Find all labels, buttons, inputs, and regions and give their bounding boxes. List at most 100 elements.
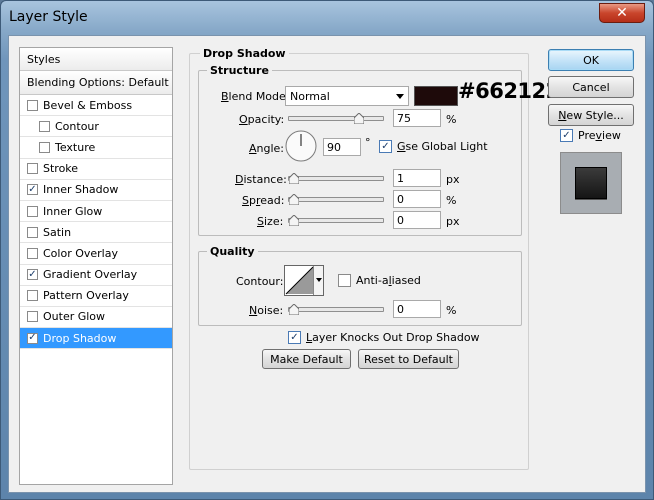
chevron-down-icon	[396, 94, 404, 99]
degree-symbol: °	[365, 136, 371, 149]
window-title: Layer Style	[9, 9, 88, 25]
dialog-body: Styles Blending Options: Default Bevel &…	[8, 35, 646, 493]
style-item-label: Gradient Overlay	[43, 268, 138, 282]
style-item-label: Inner Shadow	[43, 183, 119, 197]
style-item[interactable]: Texture	[20, 137, 172, 159]
style-item-label: Inner Glow	[43, 204, 103, 218]
contour-picker[interactable]	[284, 265, 324, 296]
checkbox-icon[interactable]	[27, 311, 38, 323]
style-item[interactable]: Satin	[20, 222, 172, 244]
distance-slider[interactable]	[288, 173, 384, 184]
structure-title: Structure	[207, 64, 272, 77]
style-item[interactable]: Bevel & Emboss	[20, 95, 172, 117]
blend-mode-select[interactable]: Normal	[285, 86, 409, 106]
styles-list: Styles Blending Options: Default Bevel &…	[19, 47, 173, 485]
spread-label: Spread:	[242, 194, 285, 207]
style-item-label: Stroke	[43, 162, 79, 176]
style-preview-thumbnail	[560, 152, 622, 214]
drop-shadow-title: Drop Shadow	[200, 47, 289, 60]
checkbox-icon[interactable]	[39, 141, 50, 153]
reset-to-default-button[interactable]: Reset to Default	[358, 349, 459, 369]
new-style-button[interactable]: New Style...	[548, 104, 634, 126]
style-item[interactable]: Inner Glow	[20, 201, 172, 223]
style-item[interactable]: Stroke	[20, 159, 172, 180]
checkbox-icon[interactable]: ✓	[27, 184, 38, 196]
layer-knocks-out-checkbox[interactable]: ✓ Layer Knocks Out Drop Shadow	[288, 331, 480, 344]
size-field[interactable]: 0	[393, 211, 441, 229]
style-item-label: Drop Shadow	[43, 331, 117, 345]
checkbox-icon[interactable]	[27, 99, 38, 111]
quality-group: Quality	[198, 245, 522, 326]
opacity-label: Opacity:	[239, 113, 285, 126]
checkbox-icon[interactable]	[27, 247, 38, 259]
spread-unit: %	[446, 194, 457, 207]
opacity-unit: %	[446, 113, 457, 126]
make-default-button[interactable]: Make Default	[262, 349, 351, 369]
spread-slider[interactable]	[288, 194, 384, 205]
blend-mode-label: Blend Mode:	[221, 90, 290, 103]
contour-label: Contour:	[236, 275, 284, 288]
checkbox-icon: ✓	[379, 140, 392, 153]
style-item[interactable]: Color Overlay	[20, 243, 172, 265]
spread-field[interactable]: 0	[393, 190, 441, 208]
size-label: Size:	[257, 215, 284, 228]
opacity-field[interactable]: 75	[393, 109, 441, 127]
blend-mode-value: Normal	[290, 90, 330, 103]
style-item[interactable]: ✓ Inner Shadow	[20, 180, 172, 201]
anti-aliased-checkbox[interactable]: Anti-aliased	[338, 274, 421, 287]
style-item-label: Texture	[55, 140, 96, 154]
preview-swatch	[575, 167, 607, 199]
ok-button[interactable]: OK	[548, 49, 634, 71]
styles-header[interactable]: Styles	[20, 48, 172, 71]
style-item-label: Color Overlay	[43, 246, 118, 260]
layer-style-window: Layer Style ✕ Styles Blending Options: D…	[0, 0, 654, 500]
size-slider[interactable]	[288, 215, 384, 226]
cancel-button[interactable]: Cancel	[548, 76, 634, 98]
distance-field[interactable]: 1	[393, 169, 441, 187]
opacity-slider[interactable]	[288, 113, 384, 124]
style-item-label: Bevel & Emboss	[43, 98, 133, 112]
checkbox-icon[interactable]	[27, 226, 38, 238]
style-item[interactable]: ✓ Gradient Overlay	[20, 265, 172, 286]
distance-label: Distance:	[235, 173, 287, 186]
noise-unit: %	[446, 304, 457, 317]
style-item[interactable]: Pattern Overlay	[20, 286, 172, 307]
angle-dial[interactable]	[285, 130, 317, 162]
use-global-light-checkbox[interactable]: ✓ Gse Global Light	[379, 140, 488, 153]
contour-linear-icon	[285, 266, 314, 295]
preview-checkbox[interactable]: ✓ Preview	[560, 129, 621, 142]
checkbox-icon	[338, 274, 351, 287]
noise-slider-handle[interactable]	[289, 304, 299, 315]
angle-field[interactable]: 90	[323, 138, 361, 156]
style-item[interactable]: ✓ Drop Shadow	[20, 328, 172, 350]
style-item[interactable]: Outer Glow	[20, 307, 172, 329]
checkbox-icon[interactable]: ✓	[27, 269, 38, 281]
angle-label: Angle:	[249, 142, 285, 155]
close-button[interactable]: ✕	[599, 3, 645, 23]
distance-unit: px	[446, 173, 460, 186]
title-bar[interactable]: Layer Style ✕	[1, 1, 653, 35]
noise-field[interactable]: 0	[393, 300, 441, 318]
style-item-label: Contour	[55, 119, 99, 133]
checkbox-icon[interactable]	[27, 290, 38, 302]
checkbox-icon: ✓	[288, 331, 301, 344]
opacity-slider-handle[interactable]	[353, 113, 364, 124]
checkbox-icon[interactable]	[27, 205, 38, 217]
noise-slider[interactable]	[288, 304, 384, 315]
size-slider-handle[interactable]	[289, 215, 299, 226]
checkbox-icon[interactable]	[27, 163, 38, 175]
contour-dropdown[interactable]	[313, 266, 323, 295]
blending-options-item[interactable]: Blending Options: Default	[20, 71, 172, 95]
spread-slider-handle[interactable]	[289, 194, 299, 205]
preview-label: Preview	[578, 129, 621, 142]
quality-title: Quality	[207, 245, 258, 258]
shadow-color-swatch[interactable]	[414, 86, 458, 106]
distance-slider-handle[interactable]	[289, 173, 299, 184]
checkbox-icon[interactable]	[39, 120, 50, 132]
layer-knocks-out-label: Layer Knocks Out Drop Shadow	[306, 331, 480, 344]
checkbox-icon[interactable]: ✓	[27, 332, 38, 344]
close-icon: ✕	[616, 5, 628, 21]
anti-aliased-label: Anti-aliased	[356, 274, 421, 287]
style-item[interactable]: Contour	[20, 116, 172, 138]
checkbox-icon: ✓	[560, 129, 573, 142]
